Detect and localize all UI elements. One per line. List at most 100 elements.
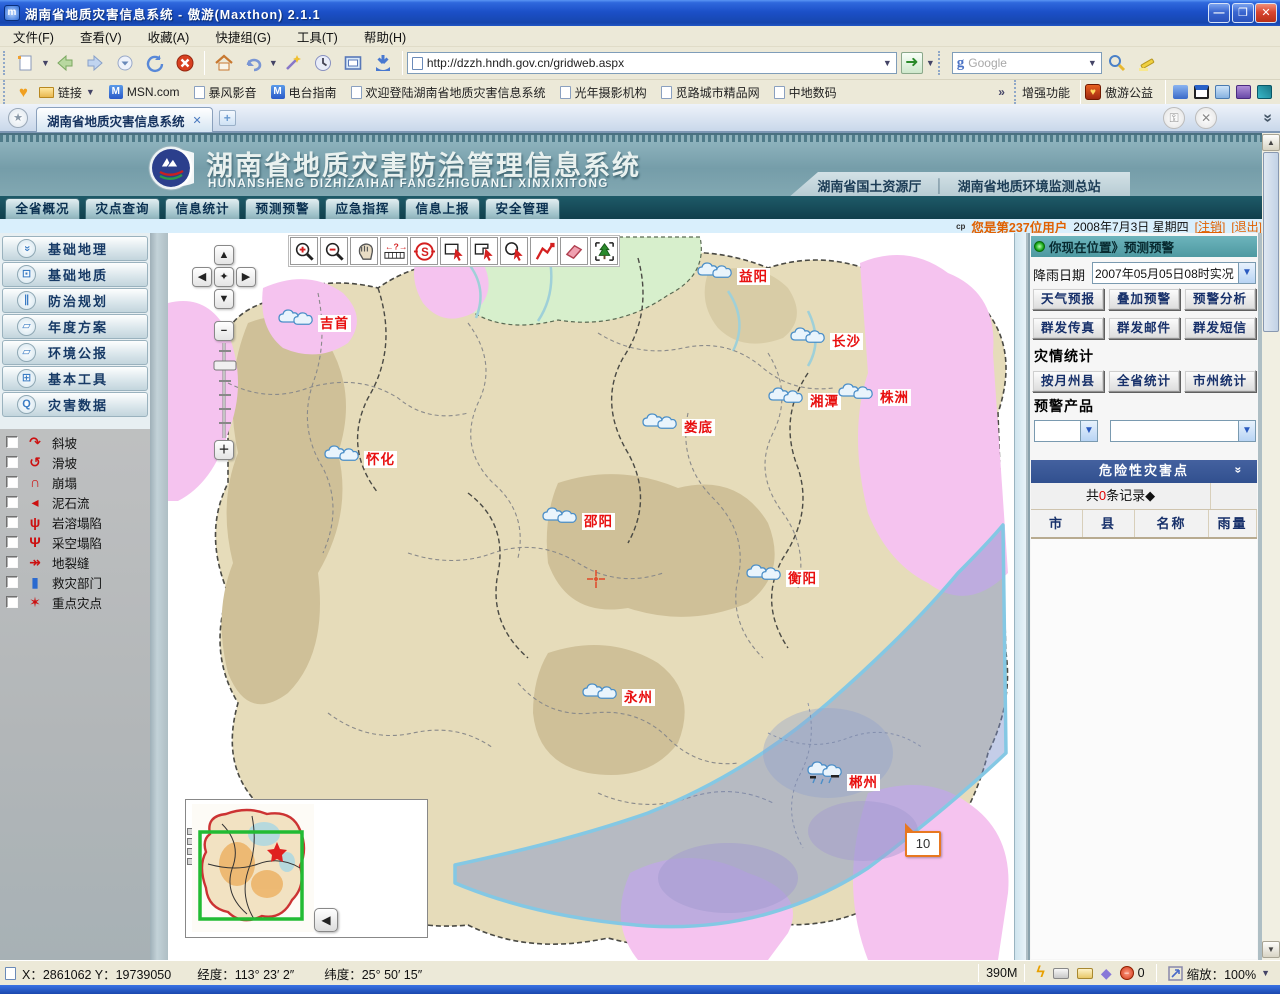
overview-collapse-button[interactable]: ◀ <box>314 908 338 932</box>
menu-item-2[interactable]: 收藏(A) <box>135 27 203 46</box>
go-dropdown-icon[interactable]: ▼ <box>926 58 935 68</box>
favorites-heart-icon[interactable]: ♥ <box>19 84 28 101</box>
page-scrollbar[interactable]: ▲ ▼ <box>1262 133 1280 960</box>
layer-checkbox[interactable] <box>6 536 18 548</box>
city-marker-吉首[interactable]: 吉首 <box>278 307 351 332</box>
eraser-tool-button[interactable] <box>560 237 588 265</box>
diamond-icon[interactable]: ◆ <box>1101 965 1112 982</box>
zoom-in-slider-button[interactable]: ＋ <box>214 440 234 460</box>
link-item-0[interactable]: MMSN.com <box>102 85 187 99</box>
home-icon[interactable] <box>211 50 237 76</box>
toolbar-collapse-icon[interactable]: » <box>1259 113 1277 122</box>
layer-checkbox[interactable] <box>6 556 18 568</box>
address-bar[interactable]: http://dzzh.hndh.gov.cn/gridweb.aspx ▼ <box>407 52 897 74</box>
sidebar-button-6[interactable]: Q灾害数据 <box>2 392 148 417</box>
scroll-down-button[interactable]: ▼ <box>1262 941 1280 958</box>
maximize-button[interactable]: ❐ <box>1232 3 1254 23</box>
go-button[interactable]: ➜ <box>901 52 923 74</box>
recent-dropdown-icon[interactable] <box>112 50 138 76</box>
links-overflow-button[interactable]: » <box>998 85 1005 99</box>
link-item-3[interactable]: 欢迎登陆湖南省地质灾害信息系统 <box>344 84 553 101</box>
link-item-6[interactable]: 中地数码 <box>767 84 844 101</box>
zoom-level[interactable]: 缩放：100% <box>1187 964 1256 983</box>
url-text[interactable]: http://dzzh.hndh.gov.cn/gridweb.aspx <box>427 56 879 70</box>
search-box[interactable]: g Google ▼ <box>952 52 1102 74</box>
nav-tab-0[interactable]: 全省概况 <box>5 198 80 219</box>
send-button-1[interactable]: 群发邮件 <box>1108 317 1180 339</box>
pan-up-button[interactable]: ▲ <box>214 245 234 265</box>
full-extent-tool-button[interactable] <box>590 237 618 265</box>
zoom-dropdown-icon[interactable]: ▼ <box>1261 968 1270 978</box>
sidebar-button-0[interactable]: »基础地理 <box>2 236 148 261</box>
link-land-resources[interactable]: 湖南省国土资源厅 <box>817 176 921 195</box>
tab-active[interactable]: 湖南省地质灾害信息系统 ✕ <box>36 107 213 132</box>
resize-icon[interactable] <box>1168 966 1183 981</box>
nav-tab-6[interactable]: 安全管理 <box>485 198 560 219</box>
boost-lightning-icon[interactable]: ϟ <box>1036 964 1044 982</box>
menu-item-1[interactable]: 查看(V) <box>67 27 135 46</box>
popup-blocker-icon[interactable] <box>1077 968 1093 979</box>
send-button-2[interactable]: 群发短信 <box>1184 317 1256 339</box>
charity-link[interactable]: 傲游公益 <box>1105 84 1153 101</box>
danger-points-header[interactable]: 危险性灾害点 » <box>1031 460 1257 483</box>
overview-mini-map[interactable] <box>192 804 314 932</box>
rain-date-select[interactable]: 2007年05月05日08时实况 ▼ <box>1092 262 1256 284</box>
links-folder[interactable]: 链接 ▼ <box>32 84 102 101</box>
nav-tab-5[interactable]: 信息上报 <box>405 198 480 219</box>
product-select-small-dropdown-icon[interactable]: ▼ <box>1080 421 1097 441</box>
sidebar-button-2[interactable]: ∥防治规划 <box>2 288 148 313</box>
menu-item-5[interactable]: 帮助(H) <box>351 27 419 46</box>
content-blocker-icon[interactable]: − <box>1120 966 1134 980</box>
layer-checkbox[interactable] <box>6 496 18 508</box>
warning-flag-marker[interactable]: 10 <box>905 831 941 857</box>
nav-tab-1[interactable]: 灾点查询 <box>85 198 160 219</box>
warn-button-0[interactable]: 天气预报 <box>1032 288 1104 310</box>
notes-icon[interactable] <box>1215 85 1230 99</box>
warn-button-2[interactable]: 预警分析 <box>1184 288 1256 310</box>
close-circle-button[interactable]: ✕ <box>1195 107 1217 129</box>
nav-tab-4[interactable]: 应急指挥 <box>325 198 400 219</box>
layer-checkbox[interactable] <box>6 456 18 468</box>
circle-select-tool-button[interactable] <box>500 237 528 265</box>
pan-right-button[interactable]: ▶ <box>236 267 256 287</box>
layer-checkbox[interactable] <box>6 476 18 488</box>
product-select-large-dropdown-icon[interactable]: ▼ <box>1238 421 1255 441</box>
messenger-icon[interactable] <box>1173 85 1188 99</box>
stats-button-0[interactable]: 按月州县 <box>1032 370 1104 392</box>
charity-shield-icon[interactable]: ♥ <box>1085 84 1101 100</box>
menu-item-0[interactable]: 文件(F) <box>0 27 67 46</box>
enhance-link[interactable]: 增强功能 <box>1022 84 1070 101</box>
close-button[interactable]: ✕ <box>1255 3 1277 23</box>
minimize-button[interactable]: — <box>1208 3 1230 23</box>
menu-item-3[interactable]: 快捷组(G) <box>202 27 284 46</box>
refresh-icon[interactable] <box>142 50 168 76</box>
scroll-thumb[interactable] <box>1263 152 1279 332</box>
undo-icon[interactable] <box>241 50 267 76</box>
layer-checkbox[interactable] <box>6 596 18 608</box>
window-icon[interactable] <box>1194 85 1209 99</box>
search-placeholder[interactable]: Google <box>968 56 1084 70</box>
stats-button-1[interactable]: 全省统计 <box>1108 370 1180 392</box>
tools-circle-button[interactable]: ⚿ <box>1163 107 1185 129</box>
sidebar-button-4[interactable]: ▱环境公报 <box>2 340 148 365</box>
rect-select-tool-button[interactable] <box>440 237 468 265</box>
download-icon[interactable] <box>370 50 396 76</box>
city-marker-株洲[interactable]: 株洲 <box>838 381 911 406</box>
city-marker-益阳[interactable]: 益阳 <box>697 260 770 285</box>
zoom-out-slider-button[interactable]: − <box>214 321 234 341</box>
zoom-in-tool-button[interactable] <box>290 237 318 265</box>
pens-icon[interactable] <box>1236 85 1251 99</box>
link-item-1[interactable]: 暴风影音 <box>187 84 264 101</box>
map-vertical-scrollbar[interactable] <box>1014 233 1026 960</box>
city-marker-娄底[interactable]: 娄底 <box>642 411 715 436</box>
address-dropdown-icon[interactable]: ▼ <box>883 58 892 68</box>
product-select-large[interactable]: ▼ <box>1110 420 1256 442</box>
link-item-2[interactable]: M电台指南 <box>264 84 344 101</box>
zoom-out-tool-button[interactable] <box>320 237 348 265</box>
pan-left-button[interactable]: ◀ <box>192 267 212 287</box>
pan-center-button[interactable]: ✦ <box>214 267 234 287</box>
send-button-0[interactable]: 群发传真 <box>1032 317 1104 339</box>
rain-date-dropdown-icon[interactable]: ▼ <box>1238 263 1255 283</box>
new-page-icon[interactable] <box>13 50 39 76</box>
danger-collapse-icon[interactable]: » <box>1228 467 1250 476</box>
